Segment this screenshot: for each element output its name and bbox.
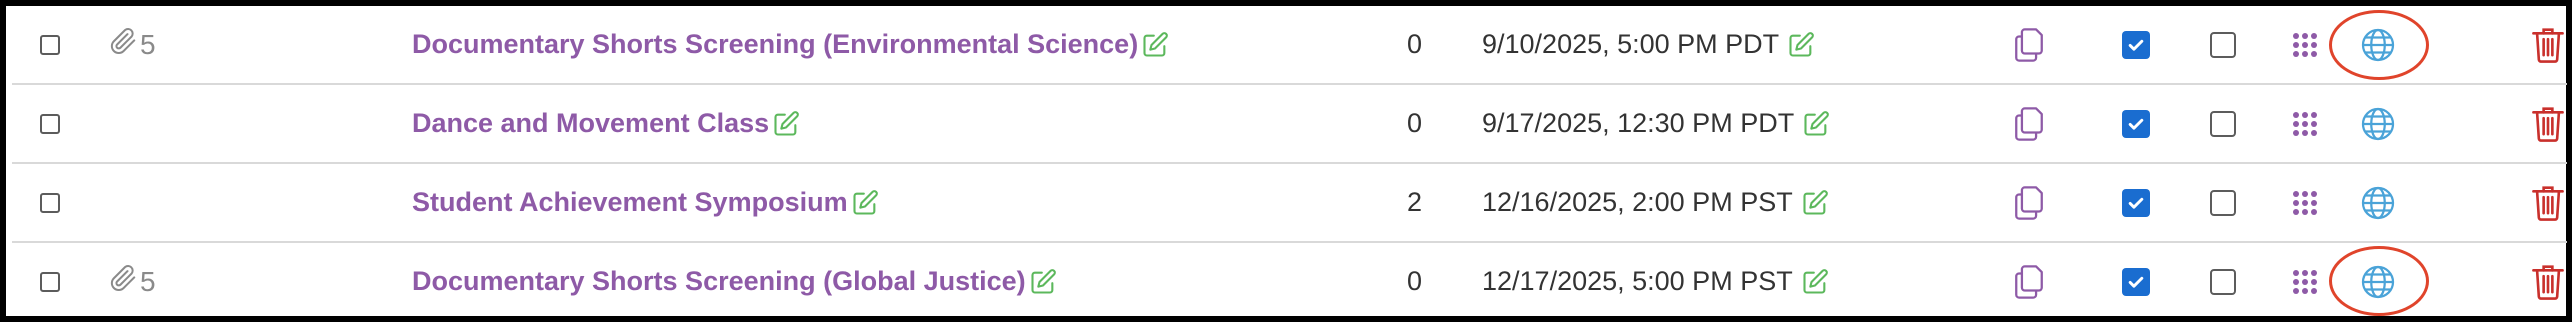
edit-icon[interactable]	[1029, 268, 1057, 296]
attachment-count: 5	[140, 28, 156, 60]
globe-icon[interactable]	[2360, 85, 2400, 162]
table-row: 5 Documentary Shorts Screening (Global J…	[12, 243, 2567, 322]
published-checkbox[interactable]	[2122, 85, 2150, 162]
copy-icon[interactable]	[2012, 85, 2052, 162]
event-title-link[interactable]: Student Achievement Symposium	[412, 164, 1412, 241]
edit-icon[interactable]	[1802, 110, 1830, 138]
published-checkbox[interactable]	[2122, 6, 2150, 83]
event-title[interactable]: Documentary Shorts Screening (Environmen…	[412, 29, 1138, 60]
events-table: 5 Documentary Shorts Screening (Environm…	[12, 6, 2567, 322]
featured-checkbox[interactable]	[2210, 243, 2238, 320]
highlight-ring	[2329, 10, 2429, 80]
highlight-ring	[2329, 246, 2429, 316]
published-checkbox[interactable]	[2122, 243, 2150, 320]
row-select-checkbox[interactable]	[40, 85, 62, 162]
edit-icon[interactable]	[851, 189, 879, 217]
paperclip-icon	[108, 26, 140, 63]
row-select-checkbox[interactable]	[40, 243, 62, 320]
trash-icon[interactable]	[2532, 85, 2566, 162]
edit-icon[interactable]	[1787, 31, 1815, 59]
attachment-indicator[interactable]: 5	[108, 6, 168, 83]
published-checkbox[interactable]	[2122, 164, 2150, 241]
attachment-count: 5	[140, 265, 156, 297]
event-datetime: 9/17/2025, 12:30 PM PDT	[1482, 85, 1912, 162]
paperclip-icon	[108, 263, 140, 300]
row-select-checkbox[interactable]	[40, 6, 62, 83]
event-datetime-text: 9/17/2025, 12:30 PM PDT	[1482, 108, 1795, 138]
edit-icon[interactable]	[1801, 268, 1829, 296]
event-datetime-text: 9/10/2025, 5:00 PM PDT	[1482, 29, 1780, 59]
registrant-count: 0	[1407, 266, 1423, 296]
featured-checkbox[interactable]	[2210, 6, 2238, 83]
event-title-link[interactable]: Documentary Shorts Screening (Environmen…	[412, 6, 1412, 83]
globe-icon[interactable]	[2360, 164, 2400, 241]
trash-icon[interactable]	[2532, 243, 2566, 320]
featured-checkbox[interactable]	[2210, 164, 2238, 241]
event-datetime: 12/17/2025, 5:00 PM PST	[1482, 243, 1912, 320]
row-select-checkbox[interactable]	[40, 164, 62, 241]
trash-icon[interactable]	[2532, 164, 2566, 241]
featured-checkbox[interactable]	[2210, 85, 2238, 162]
event-title[interactable]: Student Achievement Symposium	[412, 187, 848, 218]
event-datetime-text: 12/16/2025, 2:00 PM PST	[1482, 187, 1793, 217]
event-title[interactable]: Dance and Movement Class	[412, 108, 769, 139]
registrant-count: 0	[1407, 108, 1423, 138]
event-datetime-text: 12/17/2025, 5:00 PM PST	[1482, 266, 1793, 296]
events-table-frame: 5 Documentary Shorts Screening (Environm…	[0, 0, 2572, 322]
edit-icon[interactable]	[772, 110, 800, 138]
event-datetime: 9/10/2025, 5:00 PM PDT	[1482, 6, 1912, 83]
registrant-count: 0	[1407, 29, 1423, 59]
table-row: Student Achievement Symposium 2 12/16/20…	[12, 164, 2567, 243]
copy-icon[interactable]	[2012, 6, 2052, 83]
event-title-link[interactable]: Documentary Shorts Screening (Global Jus…	[412, 243, 1412, 320]
registrant-count: 2	[1407, 187, 1423, 217]
event-title-link[interactable]: Dance and Movement Class	[412, 85, 1412, 162]
copy-icon[interactable]	[2012, 164, 2052, 241]
table-row: Dance and Movement Class 0 9/17/2025, 12…	[12, 85, 2567, 164]
drag-handle-icon[interactable]	[2292, 85, 2318, 162]
copy-icon[interactable]	[2012, 243, 2052, 320]
drag-handle-icon[interactable]	[2292, 243, 2318, 320]
table-row: 5 Documentary Shorts Screening (Environm…	[12, 6, 2567, 85]
edit-icon[interactable]	[1141, 31, 1169, 59]
drag-handle-icon[interactable]	[2292, 6, 2318, 83]
trash-icon[interactable]	[2532, 6, 2566, 83]
edit-icon[interactable]	[1801, 189, 1829, 217]
drag-handle-icon[interactable]	[2292, 164, 2318, 241]
event-title[interactable]: Documentary Shorts Screening (Global Jus…	[412, 266, 1026, 297]
attachment-indicator[interactable]: 5	[108, 243, 168, 320]
event-datetime: 12/16/2025, 2:00 PM PST	[1482, 164, 1912, 241]
